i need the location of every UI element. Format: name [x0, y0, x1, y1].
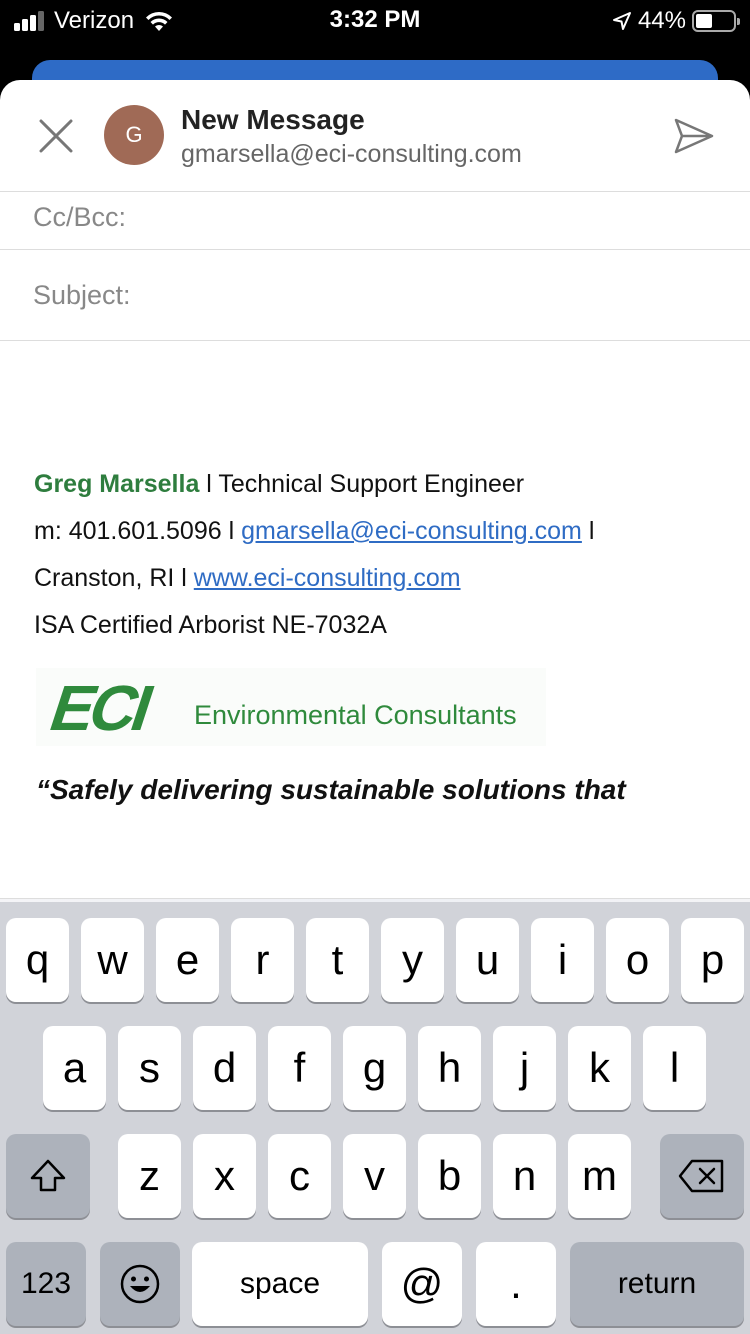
- page-title: New Message: [181, 104, 365, 135]
- company-logo: ECI Environmental Consultants: [36, 668, 546, 746]
- key-s[interactable]: s: [118, 1026, 181, 1110]
- signature-location: Cranston, RI l: [34, 564, 194, 592]
- space-key[interactable]: space: [192, 1242, 368, 1326]
- key-n[interactable]: n: [493, 1134, 556, 1218]
- battery-percent: 44%: [637, 7, 686, 34]
- key-y[interactable]: y: [381, 918, 444, 1002]
- send-icon[interactable]: [672, 114, 716, 158]
- signature-mobile: m: 401.601.5096 l: [34, 517, 242, 545]
- email-signature[interactable]: Greg Marsella l Technical Support Engine…: [34, 470, 734, 658]
- signature-title: Technical Support Engineer: [218, 470, 525, 498]
- key-u[interactable]: u: [456, 918, 519, 1002]
- location-arrow-icon: [612, 12, 631, 30]
- delete-key[interactable]: [660, 1134, 744, 1218]
- key-x[interactable]: x: [193, 1134, 256, 1218]
- compose-header: G New Message gmarsella@eci-consulting.c…: [0, 80, 750, 192]
- key-p[interactable]: p: [681, 918, 744, 1002]
- key-k[interactable]: k: [568, 1026, 631, 1110]
- key-c[interactable]: c: [268, 1134, 331, 1218]
- cc-bcc-field[interactable]: Cc/Bcc:: [0, 192, 750, 250]
- close-icon[interactable]: [34, 114, 78, 158]
- return-key[interactable]: return: [570, 1242, 744, 1326]
- signature-website-link[interactable]: www.eci-consulting.com: [194, 564, 461, 592]
- key-z[interactable]: z: [118, 1134, 181, 1218]
- subject-label: Subject:: [33, 280, 131, 310]
- key-w[interactable]: w: [81, 918, 144, 1002]
- key-r[interactable]: r: [231, 918, 294, 1002]
- signature-name: Greg Marsella: [34, 470, 200, 498]
- signature-certification: ISA Certified Arborist NE-7032A: [34, 611, 387, 639]
- key-b[interactable]: b: [418, 1134, 481, 1218]
- logo-text: Environmental Consultants: [194, 700, 517, 730]
- separator: l: [199, 470, 219, 498]
- emoji-icon: [120, 1264, 160, 1304]
- avatar[interactable]: G: [104, 105, 164, 165]
- key-j[interactable]: j: [493, 1026, 556, 1110]
- from-account[interactable]: gmarsella@eci-consulting.com: [181, 140, 522, 169]
- key-q[interactable]: q: [6, 918, 69, 1002]
- key-f[interactable]: f: [268, 1026, 331, 1110]
- key-h[interactable]: h: [418, 1026, 481, 1110]
- key-g[interactable]: g: [343, 1026, 406, 1110]
- numbers-key[interactable]: 123: [6, 1242, 86, 1326]
- shift-key[interactable]: [6, 1134, 90, 1218]
- key-e[interactable]: e: [156, 918, 219, 1002]
- key-d[interactable]: d: [193, 1026, 256, 1110]
- status-bar: Verizon 3:32 PM 44%: [0, 0, 750, 42]
- key-o[interactable]: o: [606, 918, 669, 1002]
- subject-field[interactable]: Subject:: [0, 250, 750, 341]
- key-i[interactable]: i: [531, 918, 594, 1002]
- battery-icon: [692, 10, 740, 32]
- signature-tagline: “Safely delivering sustainable solutions…: [36, 774, 626, 805]
- signature-email-link[interactable]: gmarsella@eci-consulting.com: [241, 517, 582, 545]
- key-a[interactable]: a: [43, 1026, 106, 1110]
- separator: l: [581, 517, 595, 545]
- key-t[interactable]: t: [306, 918, 369, 1002]
- period-key[interactable]: .: [476, 1242, 556, 1326]
- keyboard: qwertyuiop asdfghjkl zxcvbnm 123 space @…: [0, 902, 750, 1334]
- at-key[interactable]: @: [382, 1242, 462, 1326]
- cc-bcc-label: Cc/Bcc:: [33, 202, 127, 232]
- key-v[interactable]: v: [343, 1134, 406, 1218]
- backspace-icon: [678, 1159, 724, 1193]
- shift-icon: [30, 1159, 66, 1192]
- key-m[interactable]: m: [568, 1134, 631, 1218]
- key-l[interactable]: l: [643, 1026, 706, 1110]
- emoji-key[interactable]: [100, 1242, 180, 1326]
